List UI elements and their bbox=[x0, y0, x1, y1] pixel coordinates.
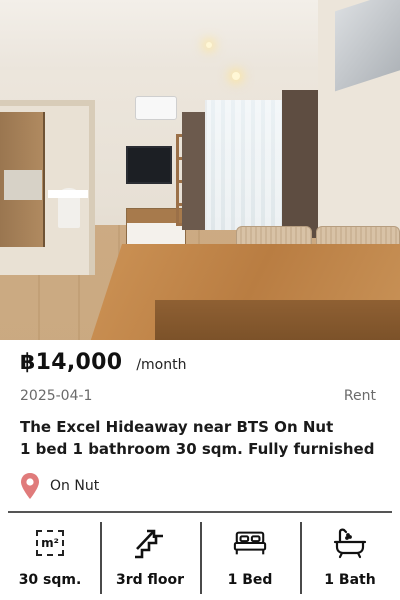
bed-icon bbox=[233, 526, 267, 560]
listing-title-line-1: The Excel Hideaway near BTS On Nut bbox=[20, 418, 334, 436]
listing-photo[interactable] bbox=[0, 0, 400, 340]
stairs-icon bbox=[133, 526, 167, 560]
photo-smoke-detector bbox=[206, 42, 212, 48]
feature-floor-label: 3rd floor bbox=[115, 572, 185, 588]
feature-floor: 3rd floor bbox=[100, 518, 200, 600]
photo-curtain-right bbox=[282, 90, 318, 238]
location-pin-icon bbox=[20, 472, 40, 500]
feature-area-label: 30 sqm. bbox=[18, 572, 82, 588]
photo-desk bbox=[48, 190, 88, 198]
feature-bath: 1 Bath bbox=[300, 518, 400, 600]
meta-row: 2025-04-1 Rent bbox=[20, 388, 376, 404]
area-sqm-icon-text: m² bbox=[36, 530, 64, 556]
location-row: On Nut bbox=[20, 472, 99, 500]
features-bar: m² 30 sqm. 3rd floor 1 Bed 1 Bath bbox=[0, 518, 400, 600]
location-name: On Nut bbox=[50, 478, 100, 494]
photo-curtain-left bbox=[182, 112, 206, 230]
listing-title-line-2: 1 bed 1 bathroom 30 sqm. Fully furnished bbox=[20, 440, 375, 458]
listing-date: 2025-04-1 bbox=[20, 388, 93, 404]
photo-wardrobe-mirror bbox=[4, 170, 42, 200]
feature-bed-label: 1 Bed bbox=[227, 572, 273, 588]
feature-bed: 1 Bed bbox=[200, 518, 300, 600]
price-unit: /month bbox=[136, 357, 187, 373]
feature-bath-label: 1 Bath bbox=[324, 572, 376, 588]
photo-downlight bbox=[232, 72, 240, 80]
feature-area: m² 30 sqm. bbox=[0, 518, 100, 600]
photo-tv bbox=[126, 146, 172, 184]
area-sqm-icon: m² bbox=[33, 526, 67, 560]
photo-dining-table-edge bbox=[155, 300, 400, 340]
bathtub-icon bbox=[333, 526, 367, 560]
listing-card[interactable]: ฿14,000 /month 2025-04-1 Rent The Excel … bbox=[0, 0, 400, 600]
photo-air-conditioner bbox=[135, 96, 177, 120]
photo-sheer-curtain bbox=[205, 100, 285, 230]
divider bbox=[8, 511, 392, 513]
price: ฿14,000 bbox=[20, 350, 123, 375]
listing-title[interactable]: The Excel Hideaway near BTS On Nut 1 bed… bbox=[20, 416, 385, 460]
listing-type-badge: Rent bbox=[343, 388, 376, 404]
price-row: ฿14,000 /month bbox=[20, 350, 186, 375]
